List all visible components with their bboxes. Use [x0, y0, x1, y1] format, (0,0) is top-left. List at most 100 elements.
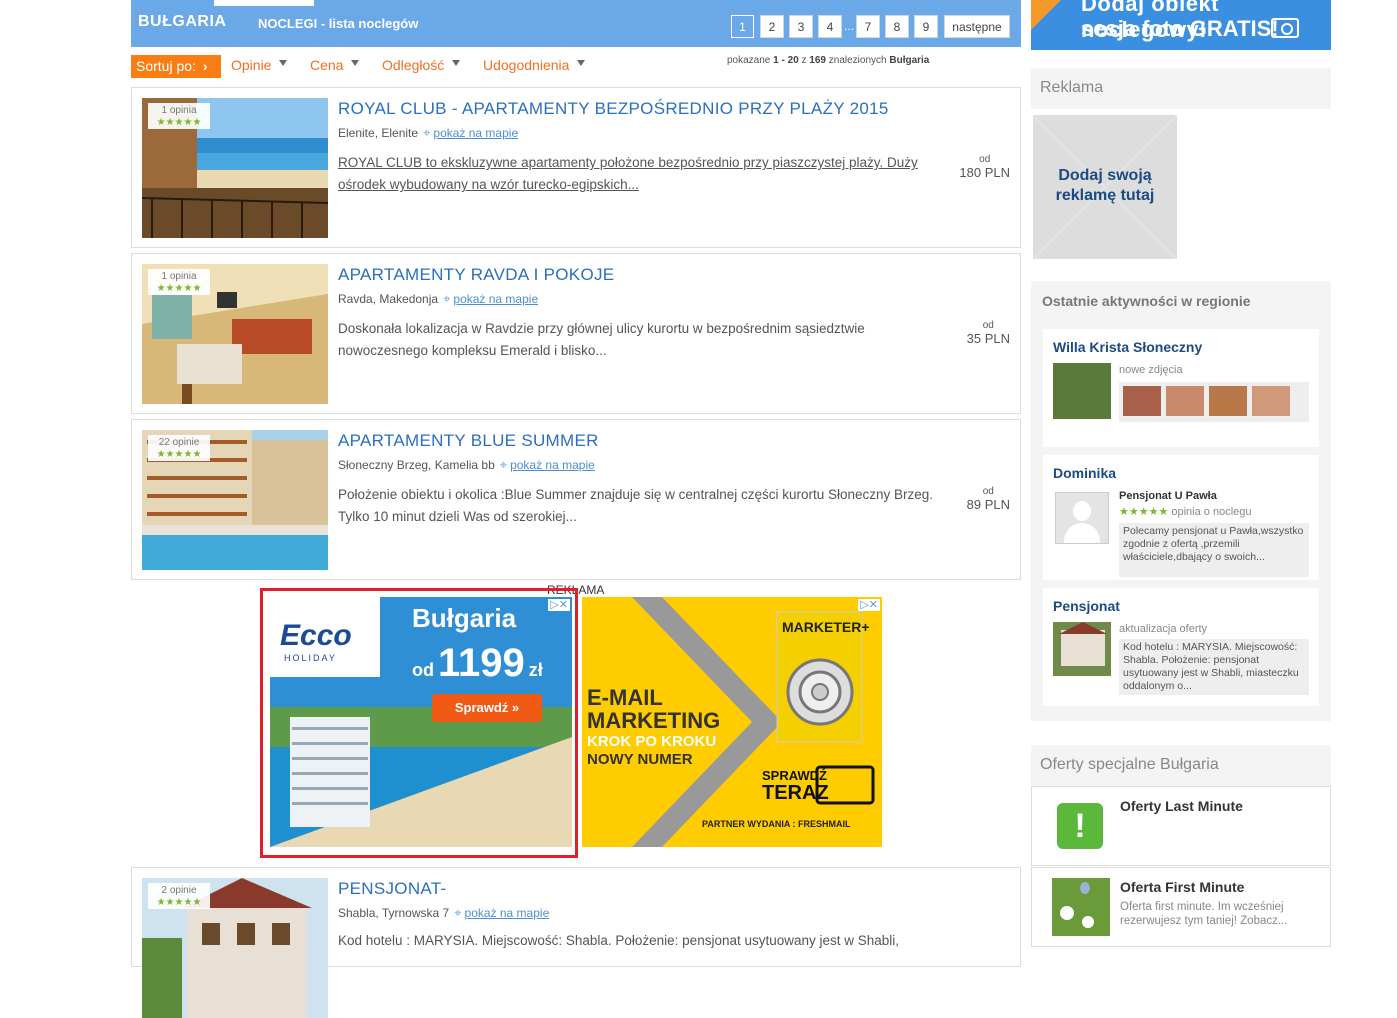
ad-close-icon[interactable]: ▷✕ [858, 599, 880, 611]
listing-photo[interactable]: 1 opinia ★★★★★ [142, 98, 328, 238]
sort-option-cena[interactable]: Cena [310, 57, 360, 73]
sort-option-opinie[interactable]: Opinie [231, 57, 288, 73]
listing-title[interactable]: ROYAL CLUB - APARTAMENTY BEZPOŚREDNIO PR… [338, 99, 889, 119]
banner-corner [1031, 0, 1061, 30]
price-from-label: od [982, 320, 994, 331]
listing-price: od 180 PLN [959, 154, 1010, 180]
review-count: 2 opinie [161, 885, 197, 896]
listing-photo[interactable]: 2 opinie ★★★★★ [142, 878, 328, 1018]
listing-description[interactable]: Położenie obiektu i okolica :Blue Summer… [338, 484, 938, 528]
activity-thumb[interactable] [1053, 363, 1111, 419]
review-count: 1 opinia [161, 271, 197, 282]
show-on-map-link[interactable]: pokaż na mapie [465, 906, 550, 920]
ad-heading: Reklama [1040, 79, 1104, 96]
review-count: 22 opinie [158, 437, 200, 448]
star-rating: ★★★★★ [156, 283, 202, 294]
listing-location: Słoneczny Brzeg, Kamelia bb ⌖ pokaż na map… [338, 457, 595, 473]
photo-thumb[interactable] [1209, 386, 1247, 416]
sort-option-odleglosc[interactable]: Odległość [382, 57, 461, 73]
activity-type: nowe zdjęcia [1119, 364, 1183, 376]
ecco-holiday-ad[interactable]: ▷✕ Ecco HOLIDAY Bułgaria od 1199 zł Sprawd… [270, 597, 572, 847]
email-marketing-ad[interactable]: ▷✕ E-MAIL MARKETING KROK PO KROKU NOWY N… [582, 597, 882, 847]
exclamation-icon: ! [1057, 803, 1103, 849]
country-title: BUŁGARIA [138, 13, 227, 30]
map-pin-icon: ⌖ [423, 125, 431, 140]
listing-title[interactable]: APARTAMENTY RAVDA I POKOJE [338, 265, 614, 285]
sort-label-button[interactable]: Sortuj po: › [131, 55, 221, 78]
page-7-button[interactable]: 7 [856, 15, 880, 38]
price-value: 180 PLN [959, 165, 1010, 180]
listing-card[interactable]: 1 opinia ★★★★★ ROYAL CLUB - APARTAMENTY … [131, 87, 1021, 248]
map-pin-icon: ⌖ [499, 457, 508, 472]
show-on-map-link[interactable]: pokaż na mapie [433, 126, 518, 140]
location-text: Elenite, Elenite [338, 126, 419, 140]
listing-title[interactable]: APARTAMENTY BLUE SUMMER [338, 431, 599, 451]
ad2-line1: E-MAIL [587, 685, 663, 710]
photo-thumb[interactable] [1166, 386, 1204, 416]
activity-item[interactable]: Willa Krista Słoneczny nowe zdjęcia [1043, 329, 1319, 447]
listing-title[interactable]: PENSJONAT- [338, 879, 446, 899]
banner-line2: sesja foto GRATIS! [1081, 16, 1279, 41]
listing-price: od 89 PLN [967, 486, 1010, 512]
ad-placeholder[interactable]: Dodaj swoją reklamę tutaj [1033, 115, 1177, 259]
activity-item[interactable]: Dominika Pensjonat U Pawła ★★★★★ opinia … [1043, 455, 1319, 580]
special-offer-item[interactable]: Oferta First Minute Oferta first minute.… [1031, 867, 1331, 947]
ad2-cta1[interactable]: SPRAWDŹ [762, 768, 827, 783]
page-9-button[interactable]: 9 [914, 15, 938, 38]
photo-thumb[interactable] [1252, 386, 1290, 416]
activity-photos [1119, 382, 1309, 422]
ad-close-icon[interactable]: ▷✕ [548, 599, 570, 611]
price-value: 35 PLN [966, 331, 1010, 346]
listing-description[interactable]: Kod hotelu : MARYSIA. Miejscowość: Shabl… [338, 930, 938, 952]
activity-type: aktualizacja oferty [1119, 623, 1208, 635]
ad-brand: Ecco [280, 619, 352, 652]
next-page-button[interactable]: następne [944, 15, 1010, 38]
special-title[interactable]: Oferty Last Minute [1120, 798, 1243, 814]
dropdown-arrow-icon [452, 60, 461, 67]
page-3-button[interactable]: 3 [789, 15, 813, 38]
show-on-map-link[interactable]: pokaż na mapie [510, 458, 595, 472]
activity-name[interactable]: Dominika [1053, 465, 1116, 481]
list-header: BUŁGARIA NOCLEGI - lista noclegów 1 2 3 … [131, 0, 1021, 47]
page-8-button[interactable]: 8 [885, 15, 909, 38]
listing-card[interactable]: 22 opinie ★★★★★ APARTAMENTY BLUE SUMMER … [131, 419, 1021, 580]
listing-photo[interactable]: 1 opinia ★★★★★ [142, 264, 328, 404]
listing-location: Elenite, Elenite ⌖ pokaż na mapie [338, 125, 518, 141]
review-count: 1 opinia [161, 105, 197, 116]
map-pin-icon: ⌖ [443, 291, 451, 306]
activity-object[interactable]: Pensjonat U Pawła [1119, 490, 1217, 502]
activity-thumb[interactable] [1053, 622, 1111, 676]
review-badge: 1 opinia ★★★★★ [148, 269, 210, 295]
special-offers-header: Oferty specjalne Bułgaria [1031, 745, 1331, 786]
page-2-button[interactable]: 2 [760, 15, 784, 38]
listing-card[interactable]: 2 opinie ★★★★★ PENSJONAT- Shabla, Tyrnow… [131, 867, 1021, 1018]
special-offer-item[interactable]: ! Oferty Last Minute [1031, 786, 1331, 866]
camera-icon [1271, 18, 1299, 38]
ad-price: od 1199 zł [412, 641, 543, 685]
ad-cta-button[interactable]: Sprawdź » [432, 694, 542, 722]
star-rating: ★★★★★ [156, 117, 202, 128]
dropdown-arrow-icon [351, 60, 360, 67]
page-ellipsis: ... [843, 19, 854, 33]
photo-thumb[interactable] [1123, 386, 1161, 416]
listing-card[interactable]: 1 opinia ★★★★★ APARTAMENTY RAVDA I POKOJ… [131, 253, 1021, 414]
listing-price: od 35 PLN [967, 320, 1010, 346]
page-4-button[interactable]: 4 [818, 15, 842, 38]
activity-name[interactable]: Willa Krista Słoneczny [1053, 339, 1202, 355]
show-on-map-link[interactable]: pokaż na mapie [453, 292, 538, 306]
sort-option-udogodnienia[interactable]: Udogodnienia [483, 57, 586, 73]
ad-box-header: Reklama [1031, 68, 1331, 109]
ad2-cta2[interactable]: TERAZ [762, 782, 829, 805]
activity-name[interactable]: Pensjonat [1053, 598, 1120, 614]
user-avatar-icon [1055, 492, 1109, 544]
ad2-partner: PARTNER WYDANIA : FRESHMAIL [702, 819, 851, 829]
page-1-button[interactable]: 1 [731, 15, 754, 38]
listing-photo[interactable]: 22 opinie ★★★★★ [142, 430, 328, 570]
offer-thumb [1052, 878, 1110, 936]
activity-item[interactable]: Pensjonat aktualizacja oferty Kod hotelu… [1043, 588, 1319, 706]
add-property-banner[interactable]: Dodaj obiekt noclegowy! sesja foto GRATI… [1031, 0, 1331, 50]
special-title[interactable]: Oferta First Minute [1120, 879, 1244, 895]
activity-heading: Ostatnie aktywności w regionie [1042, 293, 1251, 309]
listing-description[interactable]: ROYAL CLUB to ekskluzywne apartamenty po… [338, 152, 938, 196]
listing-description[interactable]: Doskonała lokalizacja w Ravdzie przy głó… [338, 318, 938, 362]
